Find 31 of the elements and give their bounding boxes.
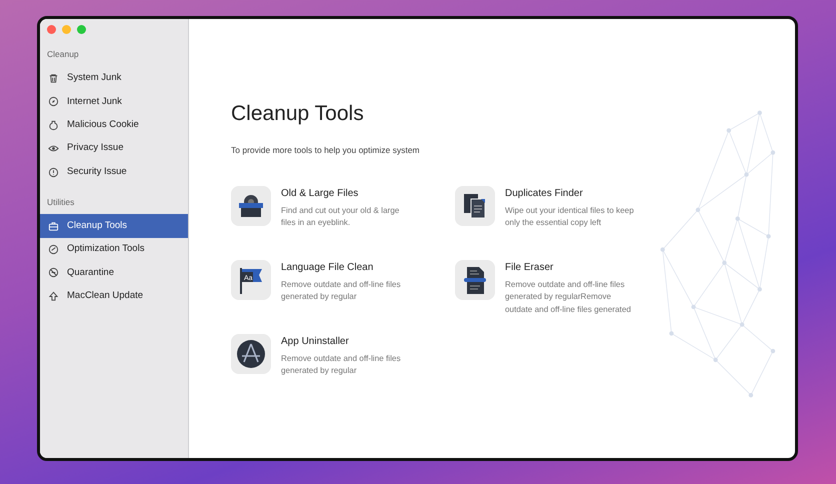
sidebar-item[interactable]: Cleanup Tools [40,214,188,238]
tool-description: Find and cut out your old & large files in an eyeblink. [281,204,400,230]
sidebar-item[interactable]: Security Issue [40,160,188,184]
toolbox-icon [48,220,59,232]
tool-name[interactable]: Duplicates Finder [505,186,639,201]
gauge-icon [48,244,59,256]
sidebar-item[interactable]: Optimization Tools [40,238,188,262]
tool-description: Remove outdate and off-line files generated by regular [281,278,402,304]
section-heading: Utilities [46,196,76,209]
quarantine-icon [48,267,59,278]
sidebar-item[interactable]: System Junk [40,66,188,90]
up-arrow-icon [48,290,59,302]
compass-icon [48,96,59,108]
tool-name[interactable]: Old & Large Files [281,186,415,201]
sidebar-item[interactable]: Privacy Issue [40,136,188,160]
page-subtitle: To provide more tools to help you optimize system [231,144,421,157]
tool-description: Remove outdate and off-line files generated by regular [281,352,402,378]
tool-description: Wipe out your identical files to keep only the essential copy left [505,204,635,230]
tool-description: Remove outdate and off-line files generated by regularRemove outdate and off-line files generated [505,278,632,316]
shield-icon [48,166,59,178]
trash-icon [48,72,59,84]
tool-name[interactable]: Language File Clean [281,260,415,275]
tool-name[interactable]: App Uninstaller [281,334,415,349]
sidebar-item[interactable]: Malicious Cookie [40,114,188,137]
section-heading: Cleanup [46,48,80,61]
tool-name[interactable]: File Eraser [505,260,639,275]
page-title: Cleanup Tools [231,101,365,126]
cookie-jar-icon [48,120,59,131]
sidebar-item[interactable]: Internet Junk [40,90,188,114]
sidebar-item[interactable]: MacClean Update [40,284,188,308]
sidebar-item[interactable]: Quarantine [40,261,188,285]
